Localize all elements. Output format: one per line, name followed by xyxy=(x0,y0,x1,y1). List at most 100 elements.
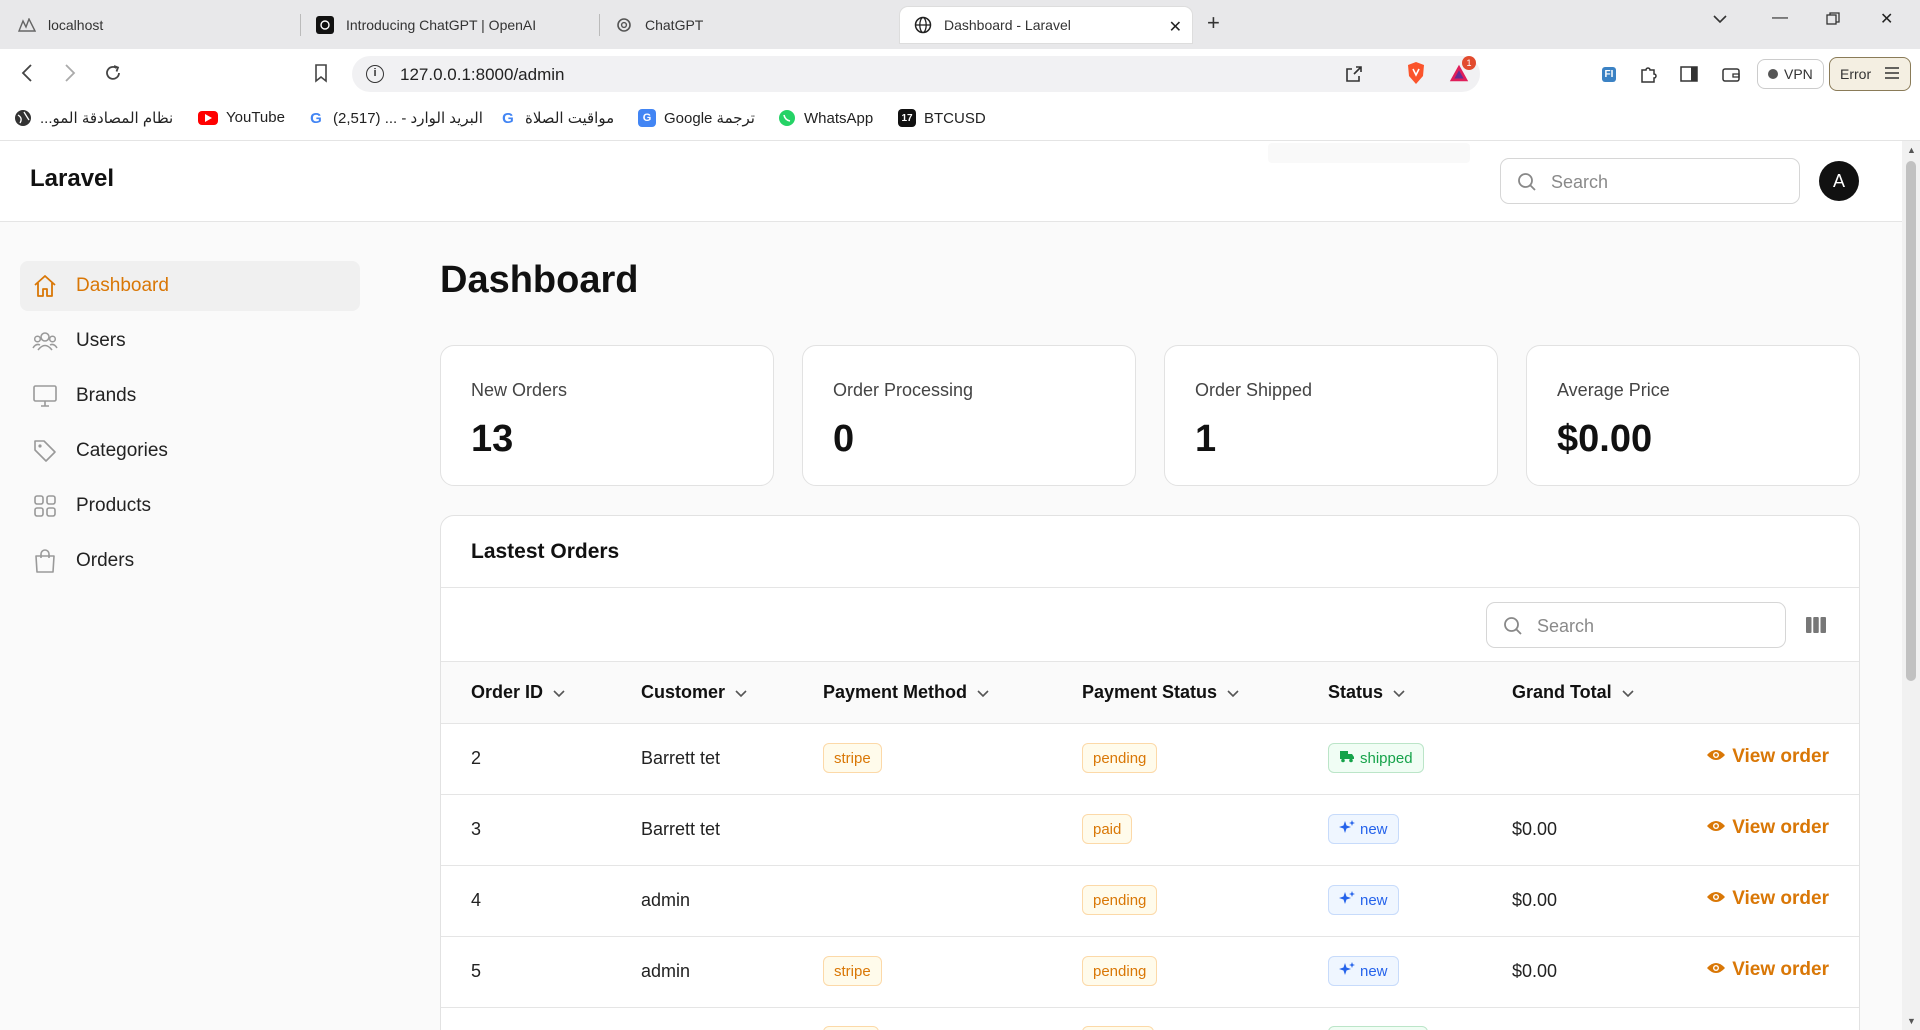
payment-method-badge xyxy=(823,1026,879,1030)
stat-label: Order Shipped xyxy=(1195,380,1313,400)
column-header-payment-status[interactable]: Payment Status xyxy=(1082,682,1239,703)
bookmark-youtube[interactable]: YouTube xyxy=(198,109,285,126)
share-icon[interactable] xyxy=(1344,64,1364,89)
sidebar-item-dashboard[interactable]: Dashboard xyxy=(20,261,360,311)
status-label: new xyxy=(1360,891,1388,909)
laravel-admin-page: Laravel A Dashboard Users Brands xyxy=(0,141,1902,1030)
page-title: Dashboard xyxy=(440,259,639,301)
sidebar-toggle-icon[interactable] xyxy=(1678,63,1700,85)
fi-extension-icon[interactable]: FI xyxy=(1598,63,1620,85)
address-bar[interactable]: i 127.0.0.1:8000/admin xyxy=(352,56,1480,92)
cell-customer: Barrett tet xyxy=(641,819,721,839)
status-label: new xyxy=(1360,820,1388,838)
payment-status-badge: paid xyxy=(1082,814,1133,844)
restore-window-button[interactable] xyxy=(1826,12,1840,30)
sidebar-item-orders[interactable]: Orders xyxy=(20,536,360,586)
status-badge xyxy=(1328,1026,1428,1030)
sidebar-item-label: Products xyxy=(76,495,151,516)
payment-method-badge: stripe xyxy=(823,956,882,986)
close-window-button[interactable]: ✕ xyxy=(1880,12,1893,28)
column-header-label: Payment Status xyxy=(1082,682,1218,702)
search-icon xyxy=(1503,616,1523,641)
column-header-grand-total[interactable]: Grand Total xyxy=(1512,682,1634,703)
brave-rewards-icon[interactable]: 1 xyxy=(1448,56,1476,84)
bookmark-auth-system[interactable]: نظام المصادقة المو... xyxy=(14,109,173,127)
table-row[interactable]: 3 Barrett tet paid new $0.00 View order xyxy=(441,795,1859,866)
table-row[interactable]: 2 Barrett tet stripe pending shipped Vie… xyxy=(441,724,1859,795)
error-menu-button[interactable]: Error xyxy=(1829,57,1911,91)
url-text[interactable]: 127.0.0.1:8000/admin xyxy=(400,65,564,85)
bookmark-label: WhatsApp xyxy=(804,109,874,127)
view-order-link[interactable]: View order xyxy=(1706,746,1829,768)
scroll-up-arrow-icon[interactable]: ▲ xyxy=(1907,145,1916,155)
view-order-link[interactable]: View order xyxy=(1706,817,1829,839)
cell-grand-total: $0.00 xyxy=(1512,819,1558,839)
sidebar-item-users[interactable]: Users xyxy=(20,316,360,366)
vpn-button[interactable]: VPN xyxy=(1757,59,1824,89)
chevron-down-icon xyxy=(1393,682,1405,703)
bookmark-prayer-times[interactable]: G مواقيت الصلاة xyxy=(499,109,614,128)
toggle-columns-icon[interactable] xyxy=(1805,615,1827,640)
bookmark-inbox[interactable]: G البريد الوارد - ... (2,517) xyxy=(307,109,483,128)
payment-status-badge xyxy=(1082,1026,1154,1030)
view-order-link[interactable]: View order xyxy=(1706,888,1829,910)
status-badge: new xyxy=(1328,956,1399,986)
error-label: Error xyxy=(1840,66,1872,82)
global-search-input[interactable] xyxy=(1551,169,1781,195)
brave-shields-icon[interactable] xyxy=(1405,62,1427,84)
cell-grand-total: $0.00 xyxy=(1512,961,1558,981)
sidebar-item-categories[interactable]: Categories xyxy=(20,426,360,476)
view-order-label: View order xyxy=(1732,888,1829,909)
sidebar-item-products[interactable]: Products xyxy=(20,481,360,531)
stat-card-new-orders: New Orders 13 xyxy=(440,345,774,486)
table-row[interactable]: 5 admin stripe pending new $0.00 View or… xyxy=(441,937,1859,1008)
cell-order-id: 3 xyxy=(471,819,482,839)
wallet-icon[interactable] xyxy=(1720,63,1742,85)
shopping-bag-icon xyxy=(32,548,58,574)
tab-dashboard-laravel[interactable]: Dashboard - Laravel ✕ xyxy=(900,7,1192,43)
stat-value: 13 xyxy=(471,418,514,460)
table-search[interactable] xyxy=(1486,602,1786,648)
tab-openai[interactable]: Introducing ChatGPT | OpenAI xyxy=(302,7,592,43)
column-header-status[interactable]: Status xyxy=(1328,682,1405,703)
bookmark-icon[interactable] xyxy=(313,63,329,87)
column-header-payment-method[interactable]: Payment Method xyxy=(823,682,989,703)
tab-chatgpt[interactable]: ChatGPT xyxy=(601,7,891,43)
brand-logo[interactable]: Laravel xyxy=(30,165,114,193)
bookmark-btcusd[interactable]: 17 BTCUSD xyxy=(898,109,986,127)
minimize-window-button[interactable]: — xyxy=(1772,10,1788,26)
page-scrollbar[interactable]: ▲ ▼ xyxy=(1902,141,1920,1030)
stat-value: $0.00 xyxy=(1557,418,1653,460)
bookmark-label: Google ترجمة xyxy=(664,110,755,127)
view-order-link[interactable]: View order xyxy=(1706,959,1829,981)
scrollbar-thumb[interactable] xyxy=(1906,161,1916,681)
bookmark-whatsapp[interactable]: WhatsApp xyxy=(778,109,873,127)
extensions-puzzle-icon[interactable] xyxy=(1638,63,1660,85)
forward-button[interactable] xyxy=(63,63,77,87)
sidebar-item-brands[interactable]: Brands xyxy=(20,371,360,421)
tab-localhost[interactable]: localhost xyxy=(4,7,294,43)
table-row[interactable]: 4 admin pending new $0.00 View order xyxy=(441,866,1859,937)
user-avatar[interactable]: A xyxy=(1819,161,1859,201)
new-tab-button[interactable]: + xyxy=(1207,12,1220,34)
back-button[interactable] xyxy=(20,63,34,87)
global-search[interactable] xyxy=(1500,158,1800,204)
cell-customer: admin xyxy=(641,961,691,981)
table-row[interactable] xyxy=(441,1008,1859,1030)
column-header-label: Grand Total xyxy=(1512,682,1612,702)
column-header-order-id[interactable]: Order ID xyxy=(471,682,565,703)
reload-button[interactable] xyxy=(103,63,123,87)
bookmark-google-translate[interactable]: G Google ترجمة xyxy=(638,109,755,127)
column-header-customer[interactable]: Customer xyxy=(641,682,747,703)
tab-search-chevron-icon[interactable] xyxy=(1712,12,1728,28)
close-tab-icon[interactable]: ✕ xyxy=(1169,17,1182,37)
scroll-down-arrow-icon[interactable]: ▼ xyxy=(1907,1016,1916,1026)
google-icon: G xyxy=(502,109,514,127)
site-info-icon[interactable]: i xyxy=(366,65,384,83)
browser-tab-bar: localhost Introducing ChatGPT | OpenAI C… xyxy=(0,0,1920,49)
globe-icon xyxy=(914,16,932,34)
stat-card-order-processing: Order Processing 0 xyxy=(802,345,1136,486)
table-search-input[interactable] xyxy=(1537,613,1767,639)
status-badge: shipped xyxy=(1328,743,1424,773)
fi-extension-label: FI xyxy=(1601,66,1617,82)
